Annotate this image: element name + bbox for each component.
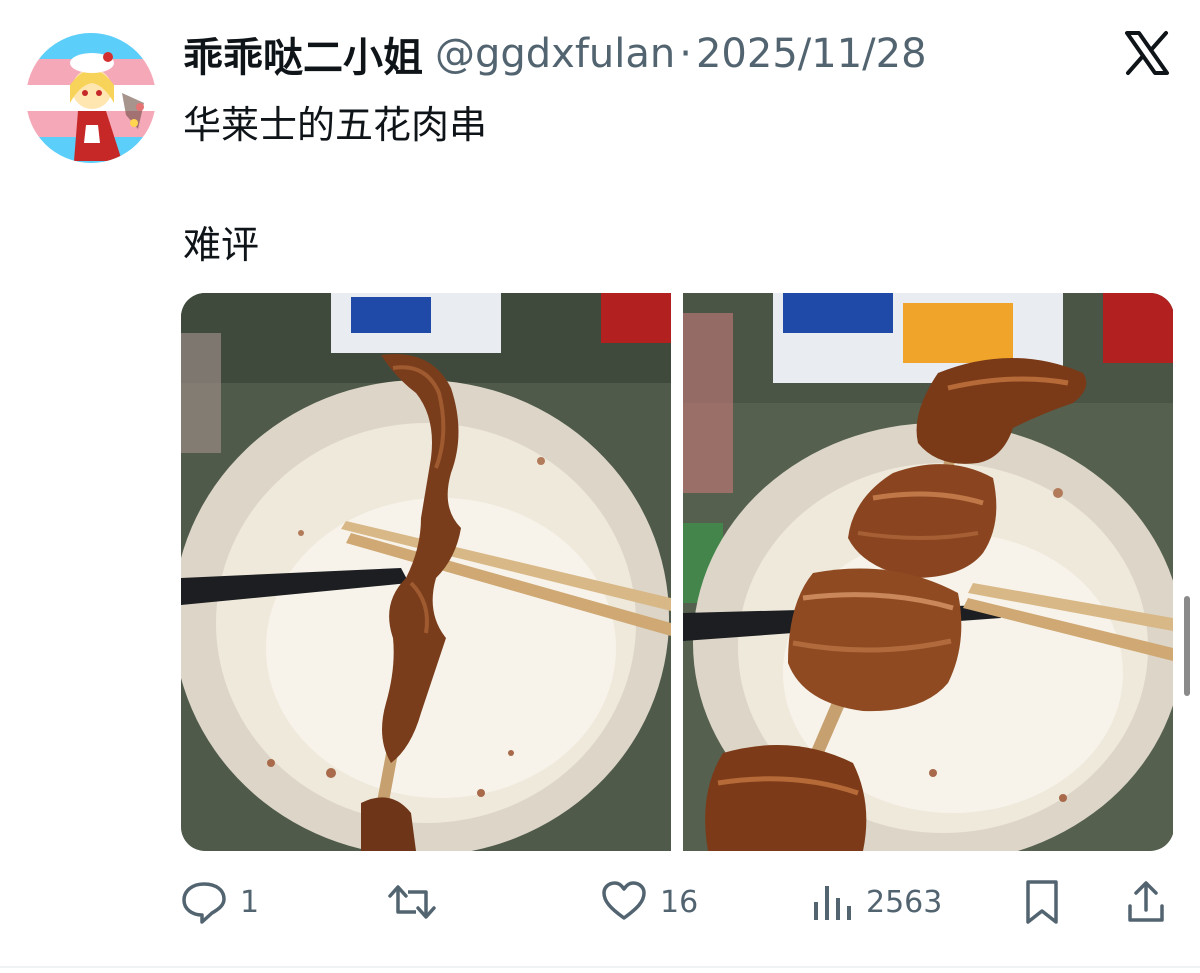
views-button[interactable]: 2563 bbox=[812, 870, 942, 934]
divider bbox=[0, 966, 1200, 968]
share-button[interactable] bbox=[1124, 870, 1168, 934]
separator-dot: · bbox=[679, 31, 692, 77]
tweet-header: 乖乖哒二小姐 @ggdxfulan · 2025/11/28 bbox=[183, 26, 927, 82]
reply-count: 1 bbox=[240, 884, 260, 920]
tweet-date[interactable]: 2025/11/28 bbox=[696, 31, 927, 77]
avatar[interactable] bbox=[26, 33, 156, 163]
heart-icon bbox=[602, 881, 646, 920]
reply-icon bbox=[182, 882, 226, 924]
scrollbar[interactable] bbox=[1184, 596, 1190, 696]
media-photo-2[interactable] bbox=[683, 293, 1173, 851]
pork-belly-skewer-photo-1-icon bbox=[181, 293, 671, 851]
tweet-media bbox=[181, 293, 1174, 851]
tweet-text-line-2: 难评 bbox=[183, 223, 260, 267]
user-handle[interactable]: @ggdxfulan bbox=[435, 31, 675, 77]
bar-chart-icon bbox=[814, 886, 851, 920]
media-photo-1[interactable] bbox=[181, 293, 671, 851]
like-count: 16 bbox=[660, 884, 699, 920]
display-name[interactable]: 乖乖哒二小姐 bbox=[183, 25, 423, 83]
bookmark-button[interactable] bbox=[1022, 870, 1062, 934]
pork-belly-skewer-photo-2-icon bbox=[683, 293, 1173, 851]
anime-avatar-icon bbox=[26, 33, 156, 163]
retweet-icon bbox=[388, 885, 436, 919]
views-count: 2563 bbox=[866, 884, 943, 920]
share-icon bbox=[1128, 881, 1164, 922]
reply-button[interactable]: 1 bbox=[180, 870, 259, 934]
x-logo-icon[interactable] bbox=[1124, 30, 1170, 76]
bookmark-icon bbox=[1026, 880, 1058, 924]
tweet-actions: 1 16 2563 bbox=[180, 870, 1180, 934]
tweet: 乖乖哒二小姐 @ggdxfulan · 2025/11/28 华莱士的五花肉串 … bbox=[0, 0, 1200, 973]
like-button[interactable]: 16 bbox=[600, 870, 698, 934]
tweet-text-line-1: 华莱士的五花肉串 bbox=[183, 103, 488, 147]
retweet-button[interactable] bbox=[386, 870, 450, 934]
